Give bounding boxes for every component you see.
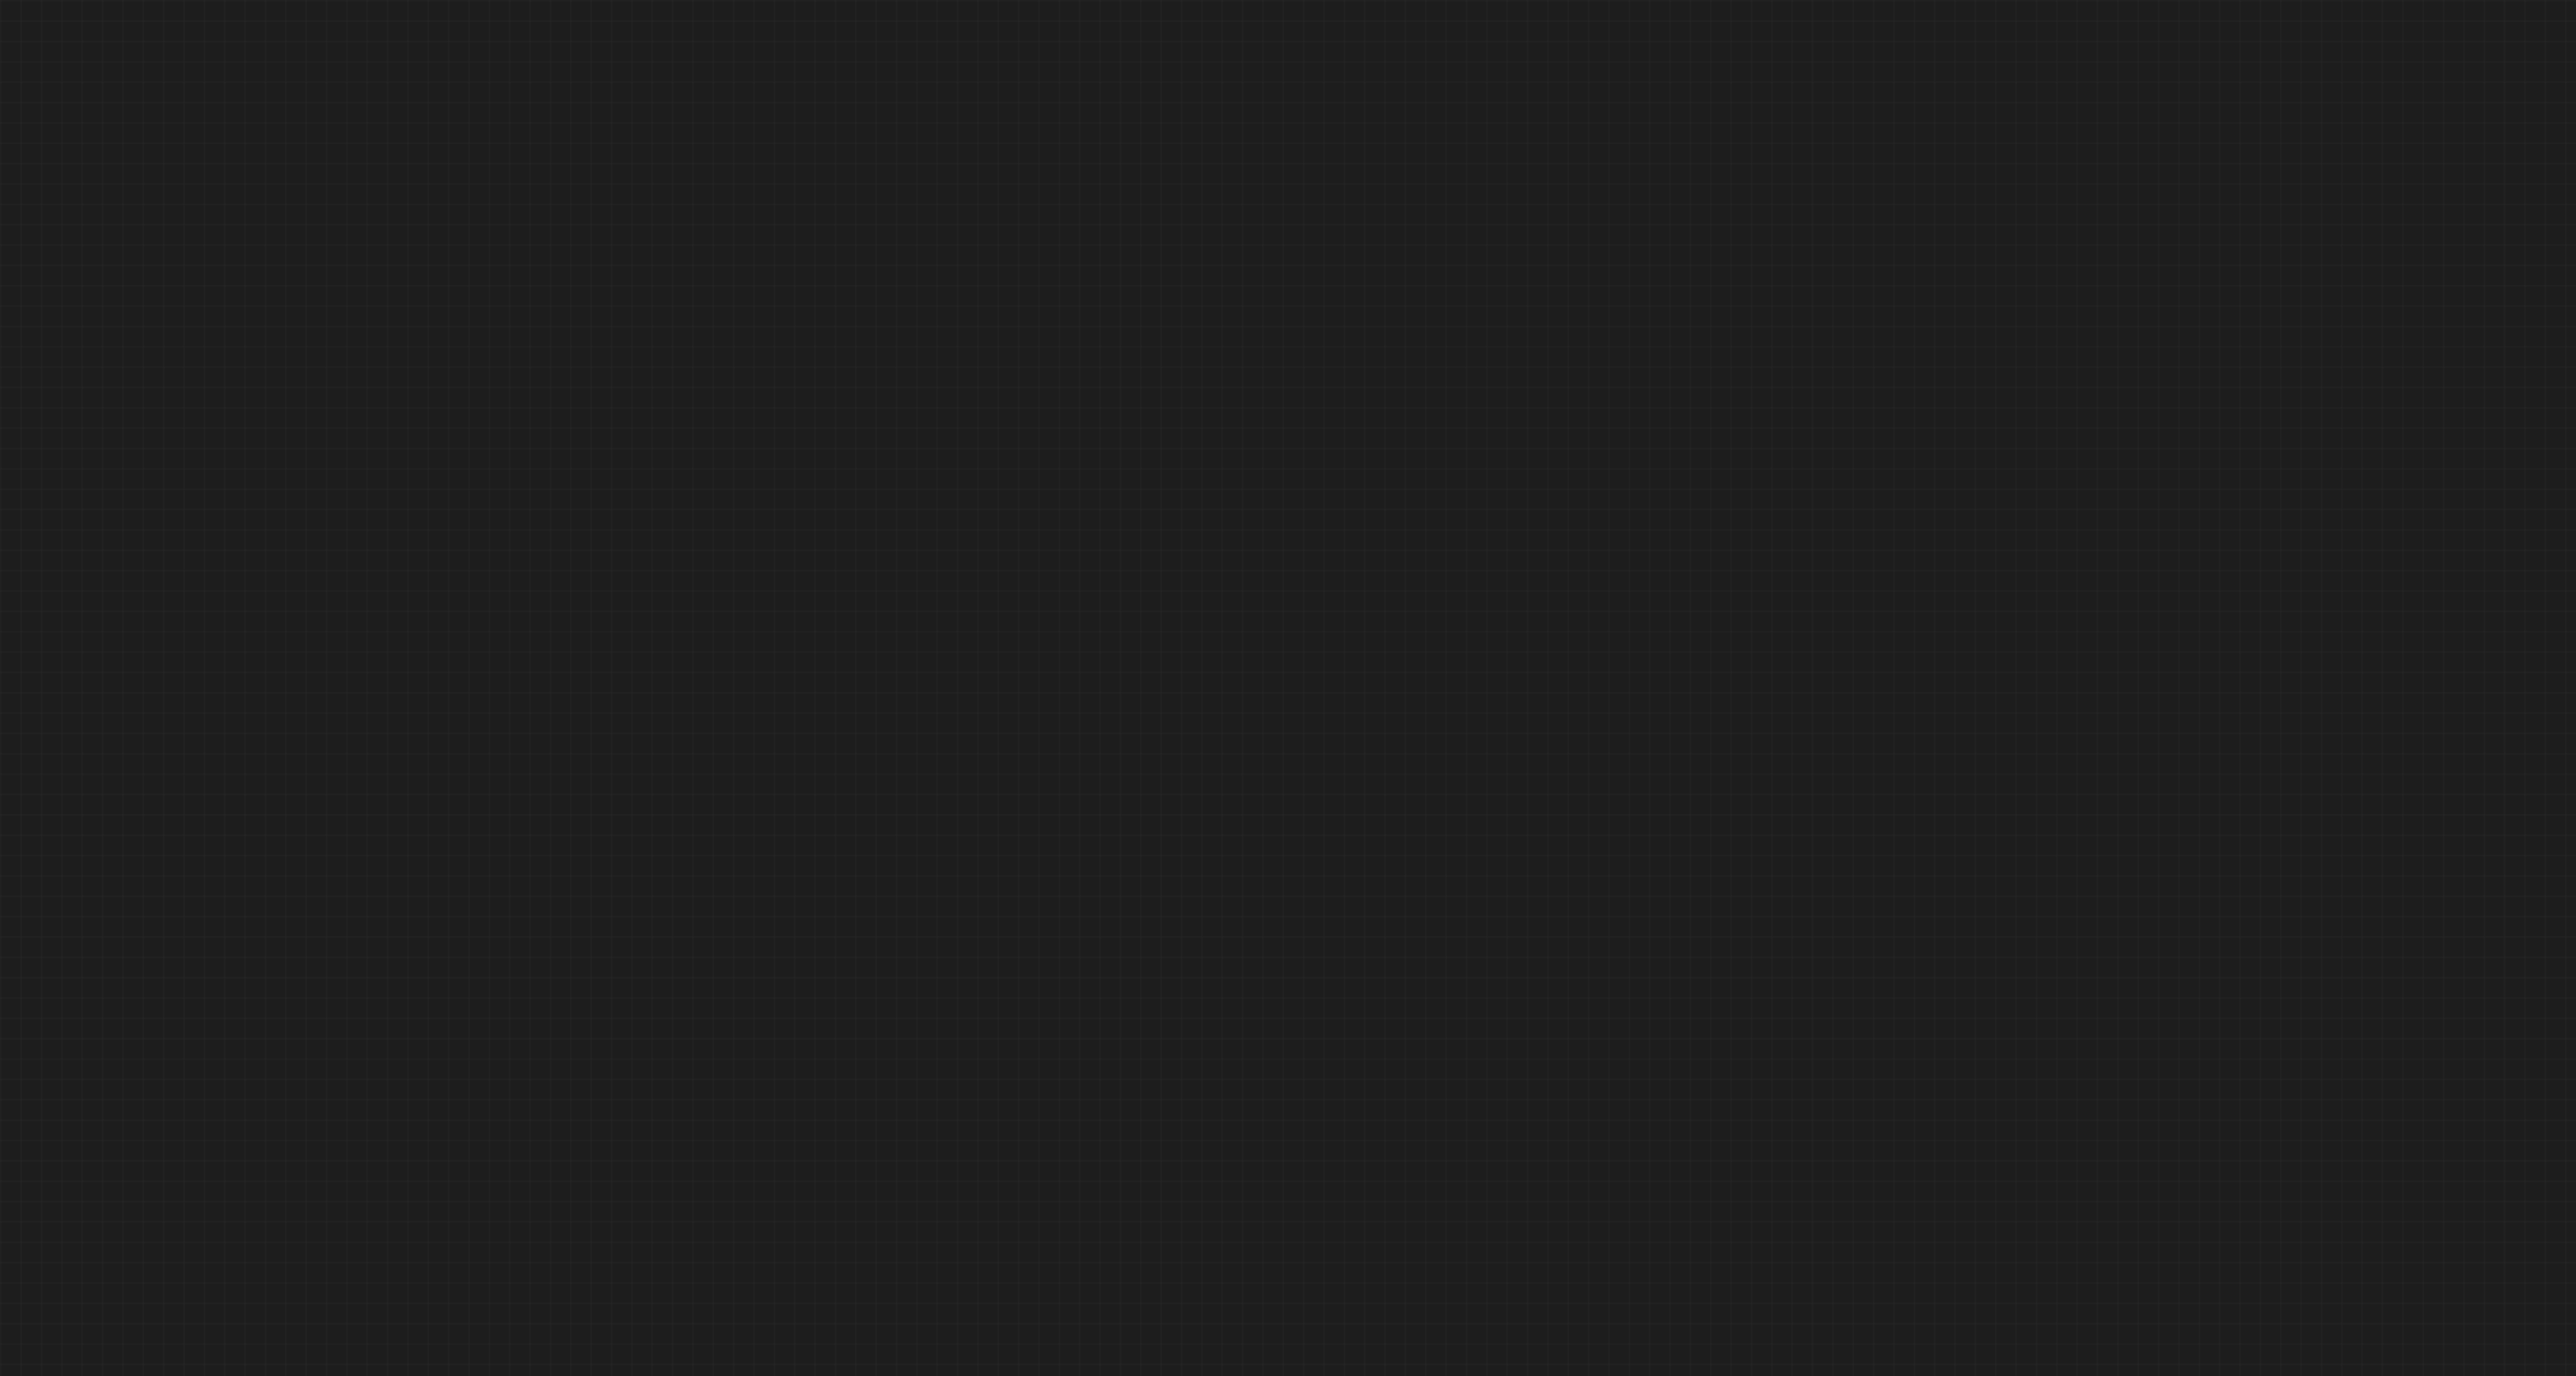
workflow-viewport [0, 0, 2576, 1376]
node-graph-canvas[interactable] [0, 0, 2576, 1376]
nodes-layer [0, 0, 2576, 1376]
